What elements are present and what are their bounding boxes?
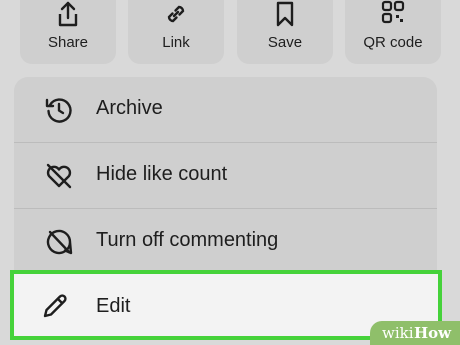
qr-code-icon xyxy=(381,0,405,24)
comment-off-icon xyxy=(46,229,73,255)
turn-off-commenting-label: Turn off commenting xyxy=(96,229,279,251)
save-label: Save xyxy=(267,34,303,51)
pencil-icon xyxy=(43,294,67,318)
link-button[interactable]: Link xyxy=(128,0,224,64)
edit-label: Edit xyxy=(96,295,131,317)
menu-item-turn-off-commenting[interactable]: Turn off commenting xyxy=(14,209,437,274)
archive-clock-icon xyxy=(45,98,72,123)
watermark-part2: How xyxy=(414,324,452,342)
wikihow-watermark: wiki How xyxy=(370,321,460,345)
link-icon xyxy=(167,5,185,23)
screen: { "quick_actions": [ {"label": "Share", … xyxy=(0,0,460,345)
hide-like-count-label: Hide like count xyxy=(96,163,228,185)
link-label: Link xyxy=(162,34,190,51)
menu-item-archive[interactable]: Archive xyxy=(14,77,437,142)
qr-code-label: QR code xyxy=(363,34,423,51)
heart-off-icon xyxy=(46,163,72,189)
menu-item-hide-like-count[interactable]: Hide like count xyxy=(14,143,437,208)
archive-label: Archive xyxy=(96,97,163,119)
bookmark-icon xyxy=(276,1,294,27)
share-label: Share xyxy=(47,34,89,51)
share-icon xyxy=(58,1,78,27)
qr-code-button[interactable]: QR code xyxy=(345,0,441,64)
watermark-part1: wiki xyxy=(382,324,414,342)
quick-actions-bar: Share Link Save QR code xyxy=(0,0,460,66)
share-button[interactable]: Share xyxy=(20,0,116,64)
save-button[interactable]: Save xyxy=(237,0,333,64)
